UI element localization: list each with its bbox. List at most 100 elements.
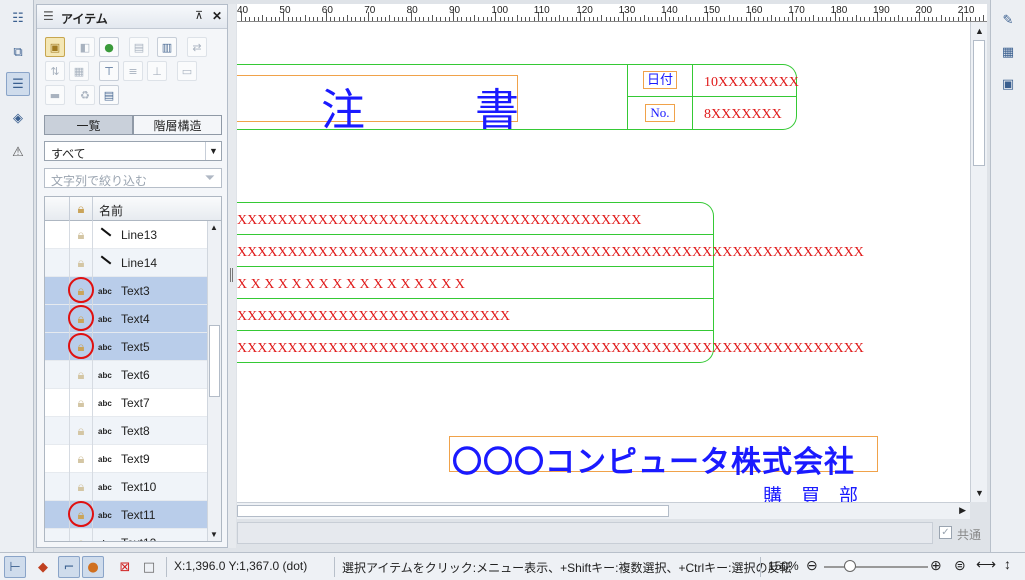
item-row[interactable]: 🔒︎ Line14: [45, 249, 207, 277]
lock-cell[interactable]: 🔒︎: [69, 529, 93, 541]
layers-icon[interactable]: ◈: [6, 106, 30, 130]
properties-button[interactable]: ▤: [99, 85, 119, 105]
vscroll-thumb[interactable]: [973, 40, 985, 166]
date-value[interactable]: 10XXXXXXXX: [704, 75, 799, 91]
detail-text-3[interactable]: X X X X X X X X X X X X X X X X X: [237, 277, 465, 293]
canvas-vscroll[interactable]: ▲ ▼: [970, 22, 987, 502]
lock-cell[interactable]: 🔒︎: [69, 389, 93, 417]
item-row[interactable]: 🔒︎ abc Text9: [45, 445, 207, 473]
lock-cell[interactable]: 🔒︎: [69, 361, 93, 389]
edit-properties-icon[interactable]: ✎: [996, 8, 1020, 32]
tree-icon[interactable]: ☷: [6, 6, 30, 30]
item-list-icon[interactable]: ☰: [6, 72, 30, 96]
align-mid-button[interactable]: ≡: [123, 61, 143, 81]
item-row[interactable]: 🔒︎ abc Text5: [45, 333, 207, 361]
scroll-up-icon[interactable]: ▲: [975, 26, 984, 36]
item-row[interactable]: 🔒︎ abc Text6: [45, 361, 207, 389]
scroll-down-icon[interactable]: ▼: [975, 488, 984, 498]
zoom-level: 150%: [768, 559, 799, 573]
detail-text-1[interactable]: XXXXXXXXXXXXXXXXXXXXXXXXXXXXXXXXXXXXXXXX: [237, 213, 641, 229]
department[interactable]: 購 買 部: [763, 481, 858, 502]
item-row[interactable]: 🔒︎ abc Text12: [45, 529, 207, 541]
common-toggle[interactable]: ✓ 共通: [937, 524, 987, 542]
stack-button[interactable]: ▤: [129, 37, 149, 57]
item-row[interactable]: 🔒︎ abc Text3: [45, 277, 207, 305]
zoom-slider[interactable]: [824, 566, 928, 568]
scroll-down-icon[interactable]: ▼: [210, 530, 218, 539]
monitor-button[interactable]: ▥: [157, 37, 177, 57]
zoom-out-icon[interactable]: ⊖: [806, 557, 818, 574]
design-canvas[interactable]: 注 書 日付 10XXXXXXXX No. 8XXXXXXX XXXXXXXXX…: [237, 22, 970, 502]
date-label[interactable]: 日付: [643, 71, 677, 89]
lock-cell[interactable]: 🔒︎: [69, 417, 93, 445]
item-name: Text10: [121, 480, 157, 494]
lock-cell[interactable]: 🔒︎: [69, 249, 93, 277]
search-placeholder: 文字列で絞り込む: [51, 174, 148, 188]
detail-text-5[interactable]: XXXXXXXXXXXXXXXXXXXXXXXXXXXXXXXXXXXXXXXX…: [237, 341, 864, 357]
no-entry-icon[interactable]: ⊠: [114, 556, 136, 578]
highlight-circle: [68, 501, 94, 527]
copy-layers-icon[interactable]: ⧉: [6, 40, 30, 64]
search-field[interactable]: 文字列で絞り込む ⏷: [44, 168, 222, 188]
blank-page-icon[interactable]: □: [138, 556, 160, 578]
close-icon[interactable]: ✕: [212, 9, 222, 23]
lock-column-icon[interactable]: 🔒︎: [69, 197, 93, 221]
recycle-button[interactable]: ♻: [75, 85, 95, 105]
item-name: Text6: [121, 368, 150, 382]
lock-toggle-button[interactable]: ▣: [45, 37, 65, 57]
grid-scrollbar[interactable]: ▲ ▼: [207, 221, 221, 541]
lock-cell[interactable]: 🔒︎: [69, 473, 93, 501]
name-column-header[interactable]: 名前: [99, 202, 123, 219]
hscroll-thumb[interactable]: [237, 505, 669, 517]
palette-icon[interactable]: ●: [82, 556, 104, 578]
item-row[interactable]: 🔒︎ abc Text4: [45, 305, 207, 333]
zoom-in-icon[interactable]: ⊕: [930, 557, 942, 574]
panel-splitter[interactable]: [228, 4, 236, 548]
snap-left-icon[interactable]: ⊢: [4, 556, 26, 578]
filter-select[interactable]: すべて ▼: [44, 141, 222, 161]
ruler-label: 60: [321, 5, 333, 16]
spacing-button[interactable]: ▭: [177, 61, 197, 81]
item-row[interactable]: 🔒︎ abc Text11: [45, 501, 207, 529]
tab-list[interactable]: 一覧: [44, 115, 133, 135]
detail-text-2[interactable]: XXXXXXXXXXXXXXXXXXXXXXXXXXXXXXXXXXXXXXXX…: [237, 245, 864, 261]
title-left: 注: [321, 86, 365, 135]
swap-button[interactable]: ⇄: [187, 37, 207, 57]
grid-settings-icon[interactable]: ▦: [996, 40, 1020, 64]
common-checkbox[interactable]: ✓: [939, 526, 952, 539]
align-top-button[interactable]: ⊤: [99, 61, 119, 81]
scroll-right-icon[interactable]: ▶: [959, 505, 966, 516]
sort-button[interactable]: ⇅: [45, 61, 65, 81]
fit-width-icon[interactable]: ⟷: [976, 556, 996, 573]
scroll-thumb[interactable]: [209, 325, 220, 397]
lock-cell[interactable]: 🔒︎: [69, 221, 93, 249]
canvas-hscroll[interactable]: ▶: [237, 502, 970, 519]
color-pick-icon[interactable]: ◆: [32, 556, 54, 578]
group-button[interactable]: ▬: [45, 85, 65, 105]
title-box[interactable]: 注 書: [237, 75, 519, 135]
item-row[interactable]: 🔒︎ abc Text7: [45, 389, 207, 417]
corner-icon[interactable]: ⌐: [58, 556, 80, 578]
no-label[interactable]: No.: [645, 104, 675, 122]
warning-icon[interactable]: ⚠: [6, 140, 30, 164]
zoom-reset-icon[interactable]: ⊜: [954, 557, 966, 574]
item-name: Text11: [121, 508, 156, 522]
fit-height-icon[interactable]: ↕: [1004, 556, 1011, 572]
add-green-button[interactable]: ●: [99, 37, 119, 57]
company-box[interactable]: 〇〇〇コンピュータ株式会社: [449, 436, 878, 479]
zoom-thumb[interactable]: [844, 560, 856, 572]
no-value[interactable]: 8XXXXXXX: [704, 107, 782, 123]
grid-button[interactable]: ▦: [69, 61, 89, 81]
move-back-button[interactable]: ◧: [75, 37, 95, 57]
item-row[interactable]: 🔒︎ abc Text8: [45, 417, 207, 445]
detail-text-4[interactable]: XXXXXXXXXXXXXXXXXXXXXXXXXXX: [237, 309, 510, 325]
scroll-up-icon[interactable]: ▲: [210, 223, 218, 232]
page-settings-icon[interactable]: ▣: [996, 72, 1020, 96]
lock-icon: 🔒︎: [77, 255, 85, 271]
item-row[interactable]: 🔒︎ Line13: [45, 221, 207, 249]
pin-icon[interactable]: ⊼: [195, 9, 203, 22]
align-bottom-button[interactable]: ⊥: [147, 61, 167, 81]
item-row[interactable]: 🔒︎ abc Text10: [45, 473, 207, 501]
tab-tree[interactable]: 階層構造: [133, 115, 222, 135]
lock-cell[interactable]: 🔒︎: [69, 445, 93, 473]
